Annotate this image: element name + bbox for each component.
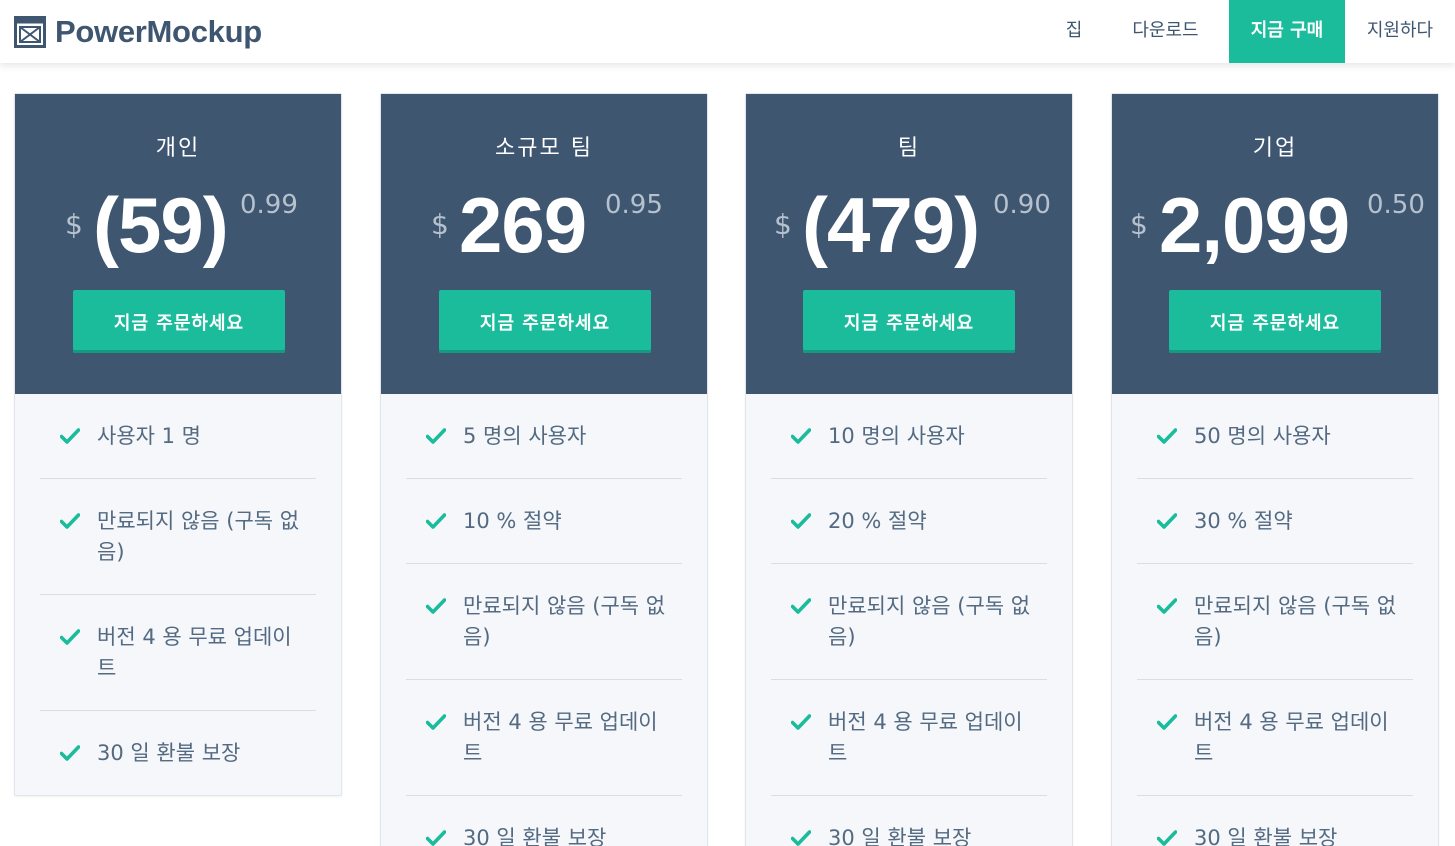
check-icon xyxy=(60,629,80,645)
feature-item: 5 명의 사용자 xyxy=(406,394,682,479)
feature-text: 30 % 절약 xyxy=(1194,509,1293,533)
brand-name: PowerMockup xyxy=(55,14,262,49)
feature-item: 30 일 환불 보장 xyxy=(406,796,682,846)
currency-symbol: $ xyxy=(1130,208,1148,241)
feature-text: 30 일 환불 보장 xyxy=(463,826,607,846)
feature-text: 버전 4 용 무료 업데이트 xyxy=(1194,710,1389,765)
check-icon xyxy=(791,598,811,614)
feature-item: 버전 4 용 무료 업데이트 xyxy=(406,680,682,796)
pricing-card-team: 팀 $ (479) 0.90 지금 주문하세요 10 명의 사용자 20 % 절… xyxy=(745,93,1073,846)
main-nav: 집 다운로드 지금 구매 지원하다 xyxy=(1051,0,1455,63)
pricing-card-header: 소규모 팀 $ 269 0.95 지금 주문하세요 xyxy=(381,94,707,394)
feature-item: 10 % 절약 xyxy=(406,479,682,564)
price-cents: 0.95 xyxy=(605,190,663,220)
window-layout-icon xyxy=(14,16,46,48)
price-amount: 269 xyxy=(459,181,587,269)
pricing-card-enterprise: 기업 $ 2,099 0.50 지금 주문하세요 50 명의 사용자 30 % … xyxy=(1111,93,1439,846)
order-now-button[interactable]: 지금 주문하세요 xyxy=(73,290,285,353)
feature-text: 10 % 절약 xyxy=(463,509,562,533)
feature-item: 50 명의 사용자 xyxy=(1137,394,1413,479)
feature-text: 만료되지 않음 (구독 없음) xyxy=(828,594,1031,649)
price-cents: 0.50 xyxy=(1367,190,1425,220)
check-icon xyxy=(60,513,80,529)
check-icon xyxy=(1157,714,1177,730)
check-icon xyxy=(60,745,80,761)
feature-item: 30 % 절약 xyxy=(1137,479,1413,564)
nav-home[interactable]: 집 xyxy=(1051,0,1097,63)
feature-text: 만료되지 않음 (구독 없음) xyxy=(1194,594,1397,649)
feature-text: 버전 4 용 무료 업데이트 xyxy=(828,710,1023,765)
feature-text: 10 명의 사용자 xyxy=(828,424,965,448)
feature-item: 만료되지 않음 (구독 없음) xyxy=(771,564,1047,680)
feature-item: 10 명의 사용자 xyxy=(771,394,1047,479)
nav-buy-now[interactable]: 지금 구매 xyxy=(1229,0,1345,63)
feature-list: 5 명의 사용자 10 % 절약 만료되지 않음 (구독 없음) 버전 4 용 … xyxy=(381,394,707,846)
price-cents: 0.90 xyxy=(993,190,1051,220)
feature-text: 30 일 환불 보장 xyxy=(97,741,241,765)
check-icon xyxy=(60,428,80,444)
feature-item: 30 일 환불 보장 xyxy=(1137,796,1413,846)
feature-item: 만료되지 않음 (구독 없음) xyxy=(1137,564,1413,680)
check-icon xyxy=(791,830,811,846)
feature-text: 만료되지 않음 (구독 없음) xyxy=(97,509,300,564)
feature-item: 30 일 환불 보장 xyxy=(771,796,1047,846)
feature-text: 사용자 1 명 xyxy=(97,424,201,448)
pricing-card-personal: 개인 $ (59) 0.99 지금 주문하세요 사용자 1 명 만료되지 않음 … xyxy=(14,93,342,796)
brand-logo[interactable]: PowerMockup xyxy=(14,14,262,50)
feature-item: 20 % 절약 xyxy=(771,479,1047,564)
pricing-card-header: 개인 $ (59) 0.99 지금 주문하세요 xyxy=(15,94,341,394)
feature-list: 50 명의 사용자 30 % 절약 만료되지 않음 (구독 없음) 버전 4 용… xyxy=(1112,394,1438,846)
price-amount: 2,099 xyxy=(1159,181,1350,269)
feature-item: 만료되지 않음 (구독 없음) xyxy=(406,564,682,680)
plan-name: 개인 xyxy=(155,136,201,161)
currency-symbol: $ xyxy=(431,208,449,241)
feature-item: 버전 4 용 무료 업데이트 xyxy=(40,595,316,711)
feature-text: 50 명의 사용자 xyxy=(1194,424,1331,448)
check-icon xyxy=(426,428,446,444)
feature-list: 10 명의 사용자 20 % 절약 만료되지 않음 (구독 없음) 버전 4 용… xyxy=(746,394,1072,846)
top-navigation-bar: PowerMockup 집 다운로드 지금 구매 지원하다 xyxy=(0,0,1455,63)
feature-item: 버전 4 용 무료 업데이트 xyxy=(1137,680,1413,796)
check-icon xyxy=(791,714,811,730)
order-now-button[interactable]: 지금 주문하세요 xyxy=(439,290,651,353)
order-now-button[interactable]: 지금 주문하세요 xyxy=(803,290,1015,353)
check-icon xyxy=(791,513,811,529)
feature-list: 사용자 1 명 만료되지 않음 (구독 없음) 버전 4 용 무료 업데이트 3… xyxy=(15,394,341,795)
plan-name: 팀 xyxy=(897,136,921,161)
feature-item: 30 일 환불 보장 xyxy=(40,711,316,795)
price-cents: 0.99 xyxy=(240,190,298,220)
check-icon xyxy=(426,830,446,846)
feature-text: 30 일 환불 보장 xyxy=(1194,826,1338,846)
currency-symbol: $ xyxy=(774,208,792,241)
check-icon xyxy=(1157,428,1177,444)
feature-item: 만료되지 않음 (구독 없음) xyxy=(40,479,316,595)
check-icon xyxy=(426,513,446,529)
currency-symbol: $ xyxy=(65,208,83,241)
feature-text: 5 명의 사용자 xyxy=(463,424,587,448)
price-amount: (479) xyxy=(802,181,980,269)
nav-support[interactable]: 지원하다 xyxy=(1345,0,1455,63)
check-icon xyxy=(791,428,811,444)
check-icon xyxy=(426,598,446,614)
feature-text: 20 % 절약 xyxy=(828,509,927,533)
nav-download[interactable]: 다운로드 xyxy=(1122,0,1209,63)
feature-item: 사용자 1 명 xyxy=(40,394,316,479)
feature-item: 버전 4 용 무료 업데이트 xyxy=(771,680,1047,796)
pricing-card-header: 기업 $ 2,099 0.50 지금 주문하세요 xyxy=(1112,94,1438,394)
plan-name: 소규모 팀 xyxy=(495,136,593,161)
price-amount: (59) xyxy=(93,181,229,269)
feature-text: 30 일 환불 보장 xyxy=(828,826,972,846)
pricing-card-small-team: 소규모 팀 $ 269 0.95 지금 주문하세요 5 명의 사용자 10 % … xyxy=(380,93,708,846)
check-icon xyxy=(1157,513,1177,529)
feature-text: 만료되지 않음 (구독 없음) xyxy=(463,594,666,649)
check-icon xyxy=(1157,830,1177,846)
plan-name: 기업 xyxy=(1252,136,1298,161)
check-icon xyxy=(426,714,446,730)
feature-text: 버전 4 용 무료 업데이트 xyxy=(97,625,292,680)
order-now-button[interactable]: 지금 주문하세요 xyxy=(1169,290,1381,353)
pricing-card-header: 팀 $ (479) 0.90 지금 주문하세요 xyxy=(746,94,1072,394)
check-icon xyxy=(1157,598,1177,614)
feature-text: 버전 4 용 무료 업데이트 xyxy=(463,710,658,765)
